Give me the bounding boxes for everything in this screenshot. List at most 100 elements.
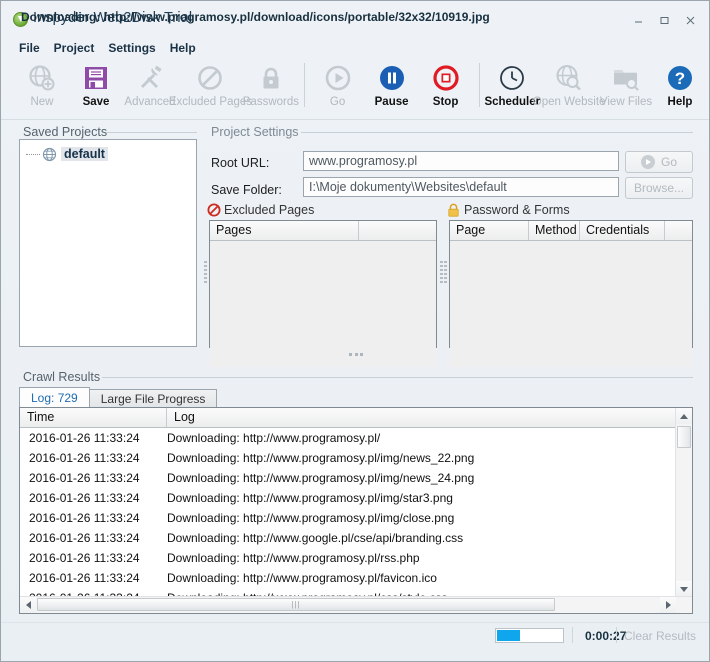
scroll-up-icon[interactable] [676, 408, 692, 424]
log-row-time: 2016-01-26 11:33:24 [29, 571, 140, 585]
toolbar-label-passwords: Passwords [242, 96, 300, 108]
save-folder-input[interactable]: I:\Moje dokumenty\Websites\default [303, 177, 619, 197]
toolbar-label-save: Save [82, 96, 110, 108]
crawl-results-group-label: Crawl Results [23, 370, 101, 384]
toolbar-button-open-website[interactable]: Open Website [533, 61, 605, 108]
status-separator-2 [616, 627, 617, 643]
globe-add-icon [27, 61, 57, 95]
status-separator-1 [572, 627, 573, 643]
minimize-icon[interactable] [625, 12, 651, 28]
column-header-log[interactable]: Log [167, 408, 676, 427]
log-row-message: Downloading: http://www.programosy.pl/im… [167, 451, 475, 465]
save-folder-label: Save Folder: [211, 183, 282, 197]
toolbar-label-view-files: View Files [599, 96, 653, 108]
list-item[interactable]: default [26, 146, 196, 162]
window-controls [625, 12, 703, 28]
excluded-pages-right-grip[interactable] [440, 261, 443, 285]
toolbar-button-save[interactable]: Save [69, 61, 123, 108]
table-row[interactable]: 2016-01-26 11:33:24 Downloading: http://w… [20, 528, 676, 548]
toolbar-button-stop[interactable]: Stop [419, 61, 473, 108]
menu-bar: File Project Settings Help [1, 41, 210, 59]
table-row[interactable]: 2016-01-26 11:33:24 Downloading: http://w… [20, 508, 676, 528]
password-forms-header: Password & Forms [447, 203, 570, 217]
horizontal-scroll-thumb[interactable]: ||| [37, 598, 555, 611]
excluded-pages-left-grip[interactable] [204, 261, 207, 285]
log-vertical-scrollbar[interactable] [675, 408, 692, 597]
column-header-time[interactable]: Time [20, 408, 167, 427]
menu-file[interactable]: File [19, 41, 54, 59]
toolbar-label-open-website: Open Website [532, 96, 606, 108]
padlock-icon [448, 203, 459, 217]
toolbar-button-scheduler[interactable]: Scheduler [484, 61, 541, 108]
menu-project[interactable]: Project [54, 41, 109, 59]
column-header-page[interactable]: Page [450, 221, 529, 240]
scroll-left-icon[interactable] [20, 597, 36, 613]
play-circle-icon [640, 155, 655, 169]
tab-large-file-progress[interactable]: Large File Progress [88, 389, 218, 408]
password-forms-table[interactable]: Page Method Credentials [449, 220, 693, 367]
toolbar-button-passwords[interactable]: Passwords [242, 61, 300, 108]
menu-help[interactable]: Help [170, 41, 210, 59]
toolbar-label-scheduler: Scheduler [484, 96, 541, 108]
table-row[interactable]: 2016-01-26 11:33:24 Downloading: http://w… [20, 548, 676, 568]
column-header-blank[interactable] [359, 221, 436, 240]
horizontal-splitter[interactable] [349, 353, 363, 357]
progress-bar [495, 628, 564, 643]
globe-search-icon [554, 61, 584, 95]
vertical-scroll-thumb[interactable] [677, 426, 691, 448]
close-icon[interactable] [677, 12, 703, 28]
excluded-pages-label: Excluded Pages [224, 203, 315, 217]
saved-projects-list[interactable]: default [19, 139, 197, 347]
question-mark-icon: ? [666, 61, 694, 95]
toolbar-button-view-files[interactable]: View Files [599, 61, 653, 108]
password-forms-left-grip[interactable] [444, 261, 447, 285]
svg-text:?: ? [675, 69, 685, 88]
table-header-row: Pages [210, 221, 436, 241]
log-table[interactable]: Time Log 2016-01-26 11:33:24 Downloading:… [19, 407, 693, 614]
excluded-pages-header: Excluded Pages [207, 203, 314, 217]
toolbar-button-pause[interactable]: Pause [365, 61, 419, 108]
list-item-label: default [61, 147, 108, 161]
scroll-down-icon[interactable] [676, 581, 692, 597]
column-header-method[interactable]: Method [529, 221, 580, 240]
toolbar-label-pause: Pause [374, 96, 409, 108]
toolbar-button-go[interactable]: Go [311, 61, 365, 108]
log-row-message: Downloading: http://www.programosy.pl/fa… [167, 571, 437, 585]
toolbar-button-excluded-pages[interactable]: Excluded Pages [169, 61, 252, 108]
column-header-credentials[interactable]: Credentials [580, 221, 665, 240]
status-message: Downloading: http://www.programosy.pl/do… [21, 10, 490, 24]
crawl-results-group-line [102, 377, 693, 378]
go-button[interactable]: Go [625, 151, 693, 173]
saved-projects-group-line [106, 132, 197, 133]
toolbar-button-help[interactable]: ? Help [653, 61, 707, 108]
project-settings-group-line [301, 132, 693, 133]
table-row[interactable]: 2016-01-26 11:33:24 Downloading: http://w… [20, 488, 676, 508]
table-row[interactable]: 2016-01-26 11:33:24 Downloading: http://w… [20, 468, 676, 488]
column-header-blank[interactable] [665, 221, 692, 240]
elapsed-time: 0:00:27 [585, 629, 627, 643]
log-horizontal-scrollbar[interactable]: ||| [20, 596, 692, 613]
pause-icon [378, 61, 406, 95]
root-url-label: Root URL: [211, 156, 270, 170]
root-url-input[interactable]: www.programosy.pl [303, 151, 619, 171]
column-header-pages[interactable]: Pages [210, 221, 360, 240]
toolbar-button-new[interactable]: New [15, 61, 69, 108]
log-row-message: Downloading: http://www.google.pl/cse/ap… [167, 531, 464, 545]
scroll-right-icon[interactable] [660, 597, 676, 613]
maximize-icon[interactable] [651, 12, 677, 28]
toolbar-label-excluded-pages: Excluded Pages [168, 96, 253, 108]
table-row[interactable]: 2016-01-26 11:33:24 Downloading: http://w… [20, 568, 676, 588]
excluded-pages-table[interactable]: Pages [209, 220, 437, 367]
clear-results-button[interactable]: Clear Results [624, 629, 696, 643]
table-row[interactable]: 2016-01-26 11:33:24 Downloading: http://w… [20, 448, 676, 468]
log-row-time: 2016-01-26 11:33:24 [29, 531, 140, 545]
log-row-message: Downloading: http://www.programosy.pl/im… [167, 491, 453, 505]
table-row[interactable]: 2016-01-26 11:33:24 Downloading: http://w… [20, 428, 676, 448]
crawl-results-tabs: Log: 729 Large File Progress [19, 387, 218, 408]
clock-icon [498, 61, 526, 95]
log-row-time: 2016-01-26 11:33:24 [29, 431, 140, 445]
toolbar-label-stop: Stop [432, 96, 459, 108]
tab-log[interactable]: Log: 729 [19, 387, 90, 408]
menu-settings[interactable]: Settings [108, 41, 169, 59]
browse-button[interactable]: Browse... [625, 177, 693, 199]
